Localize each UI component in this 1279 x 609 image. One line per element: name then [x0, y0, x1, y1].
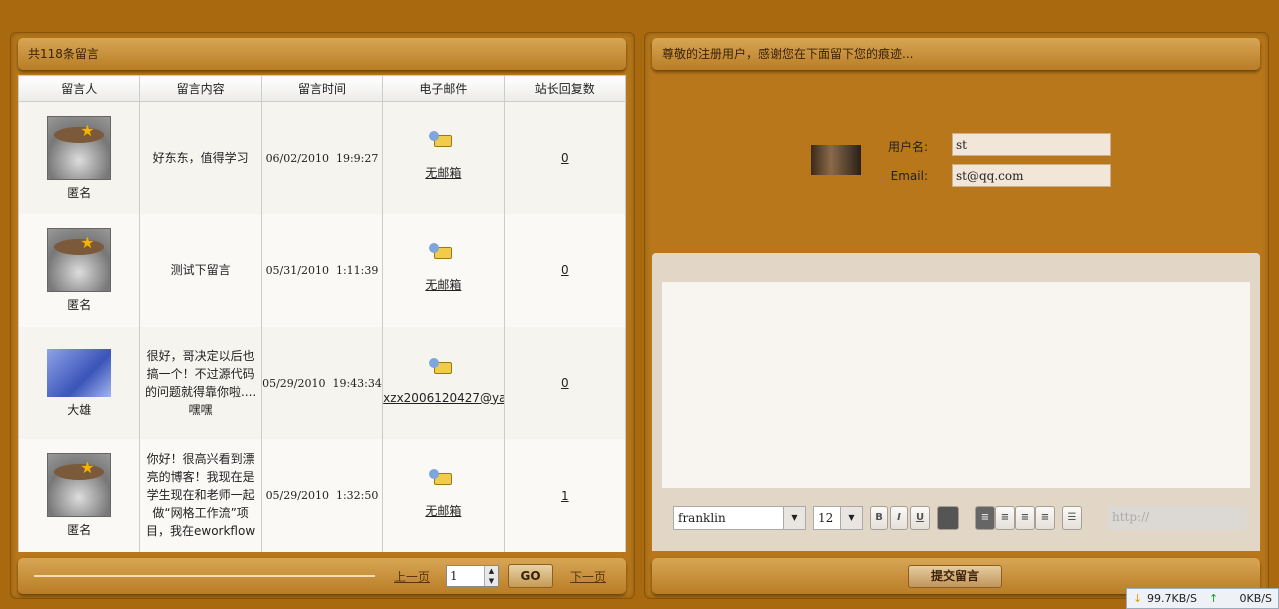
content-cell: 好东东，值得学习 [139, 101, 262, 215]
prev-page-link[interactable]: 上一页 [394, 568, 430, 585]
author-name: 匿名 [67, 297, 92, 312]
col-email: 电子邮件 [382, 75, 505, 102]
replies-link[interactable]: 0 [561, 376, 569, 390]
underline-button[interactable]: U [910, 506, 930, 530]
go-button[interactable]: GO [508, 564, 553, 588]
font-select[interactable]: franklin ▼ [673, 506, 806, 530]
author-cell: 匿名 [17, 439, 141, 552]
page-number-value: 1 [450, 569, 458, 583]
replies-link[interactable]: 0 [561, 151, 569, 165]
message-textarea[interactable] [662, 282, 1250, 488]
mail-icon [429, 357, 453, 374]
message-content: 测试下留言 [170, 263, 231, 278]
author-cell: 大雄 [17, 326, 141, 440]
align-center-button[interactable]: ≡ [995, 506, 1015, 530]
chevron-down-icon: ▼ [840, 507, 862, 529]
message-count-header: 共118条留言 [18, 38, 626, 70]
time-cell: 05/29/2010 19:43:34 [260, 326, 384, 440]
url-input[interactable]: http:// [1108, 506, 1247, 530]
submit-button[interactable]: 提交留言 [908, 565, 1002, 588]
content-cell: 测试下留言 [139, 214, 262, 327]
replies-link[interactable]: 1 [561, 489, 569, 503]
email-field[interactable]: st@qq.com [952, 164, 1111, 187]
replies-cell: 0 [503, 326, 627, 440]
next-page-link[interactable]: 下一页 [570, 568, 606, 585]
username-field[interactable]: st [952, 133, 1111, 156]
email-link[interactable]: xzx2006120427@yaho [384, 391, 503, 405]
col-content: 留言内容 [139, 75, 262, 102]
col-author: 留言人 [17, 75, 141, 102]
mail-icon [429, 131, 453, 148]
upload-speed: 0KB/S [1239, 592, 1272, 605]
author-name: 匿名 [67, 185, 92, 200]
table-row: 匿名 好东东，值得学习 06/02/2010 19:9:27 无邮箱 0 [17, 101, 627, 215]
email-link[interactable]: 无邮箱 [425, 504, 461, 518]
page-number-input[interactable]: 1 ▲ ▼ [446, 565, 499, 587]
message-content: 很好，哥决定以后也搞一个！不过源代码的问题就得靠你啦....嘿嘿 [144, 349, 257, 418]
replies-link[interactable]: 0 [561, 263, 569, 277]
mail-icon [429, 243, 453, 260]
color-picker-button[interactable] [937, 506, 959, 530]
email-cell: 无邮箱 [382, 214, 505, 327]
user-avatar [811, 145, 861, 175]
table-row: 匿名 测试下留言 05/31/2010 1:11:39 无邮箱 0 [17, 214, 627, 327]
email-label: Email: [890, 169, 928, 183]
list-button[interactable]: ☰ [1062, 506, 1082, 530]
col-time: 留言时间 [260, 75, 384, 102]
author-name: 大雄 [67, 402, 92, 417]
replies-cell: 0 [503, 101, 627, 215]
align-right-button[interactable]: ≡ [1015, 506, 1035, 530]
chevron-down-icon: ▼ [783, 507, 805, 529]
page-stepper[interactable]: ▲ ▼ [484, 566, 498, 586]
author-name: 匿名 [67, 523, 92, 538]
italic-button[interactable]: I [890, 506, 908, 530]
author-cell: 匿名 [17, 101, 141, 215]
upload-arrow-icon: ↑ [1209, 592, 1219, 605]
col-replies: 站长回复数 [503, 75, 627, 102]
sheriff-hat-avatar [47, 453, 112, 518]
replies-cell: 1 [503, 439, 627, 552]
time-cell: 06/02/2010 19:9:27 [260, 101, 384, 215]
font-select-value: franklin [678, 511, 726, 525]
download-speed: 99.7KB/S [1147, 592, 1197, 605]
message-table: 留言人 留言内容 留言时间 电子邮件 站长回复数 匿名 好东东，值得学习 06/… [17, 75, 627, 552]
sheriff-hat-avatar [47, 115, 112, 180]
content-cell: 你好！很高兴看到漂亮的博客！我现在是学生现在和老师一起做“网格工作流”项目，我在… [139, 439, 262, 552]
content-cell: 很好，哥决定以后也搞一个！不过源代码的问题就得靠你啦....嘿嘿 [139, 326, 262, 440]
message-content: 你好！很高兴看到漂亮的博客！我现在是学生现在和老师一起做“网格工作流”项目，我在… [146, 451, 256, 538]
bold-button[interactable]: B [870, 506, 888, 530]
mail-icon [429, 468, 453, 485]
author-cell: 匿名 [17, 214, 141, 327]
justify-button[interactable]: ≡ [1035, 506, 1055, 530]
divider-line [34, 575, 375, 577]
sheriff-hat-avatar [47, 227, 112, 292]
username-label: 用户名: [887, 140, 928, 154]
table-row: 匿名 你好！很高兴看到漂亮的博客！我现在是学生现在和老师一起做“网格工作流”项目… [17, 439, 627, 552]
message-content: 好东东，值得学习 [152, 151, 249, 166]
table-row: 大雄 很好，哥决定以后也搞一个！不过源代码的问题就得靠你啦....嘿嘿 05/2… [17, 326, 627, 440]
email-cell: 无邮箱 [382, 439, 505, 552]
size-select-value: 12 [818, 511, 834, 525]
email-cell: xzx2006120427@yaho [382, 326, 505, 440]
time-cell: 05/29/2010 1:32:50 [260, 439, 384, 552]
align-left-button[interactable]: ≡ [975, 506, 995, 530]
time-cell: 05/31/2010 1:11:39 [260, 214, 384, 327]
network-speed-widget: ↓ 99.7KB/S ↑ 0KB/S [1126, 588, 1279, 609]
download-arrow-icon: ↓ [1133, 592, 1143, 605]
size-select[interactable]: 12 ▼ [813, 506, 863, 530]
email-link[interactable]: 无邮箱 [425, 166, 461, 180]
ice-avatar [47, 348, 112, 397]
welcome-header: 尊敬的注册用户，感谢您在下面留下您的痕迹... [652, 38, 1260, 70]
replies-cell: 0 [503, 214, 627, 327]
email-cell: 无邮箱 [382, 101, 505, 215]
email-link[interactable]: 无邮箱 [425, 278, 461, 292]
